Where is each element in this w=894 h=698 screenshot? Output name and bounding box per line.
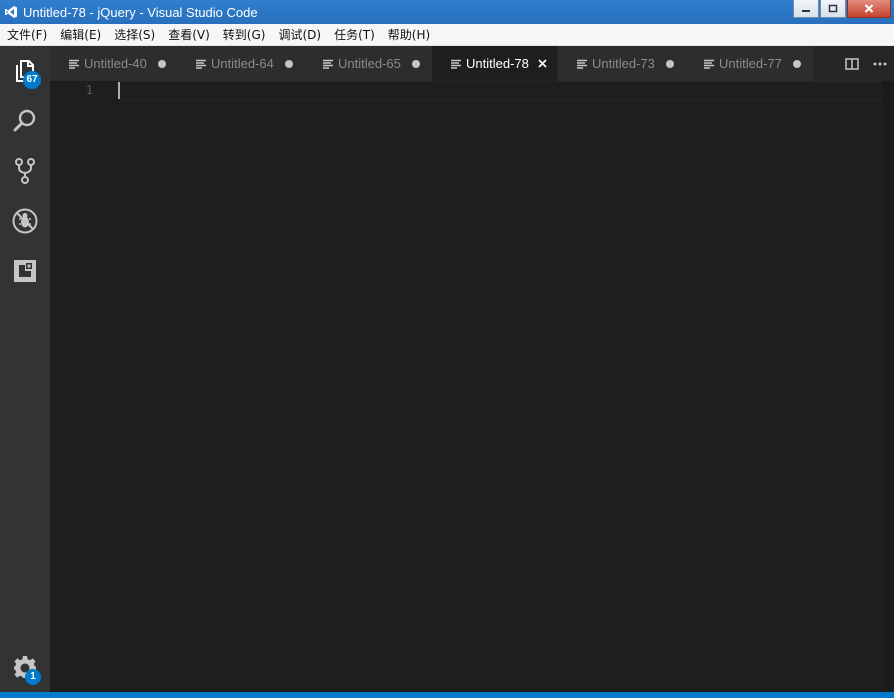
unsaved-dot-icon[interactable] (157, 59, 166, 68)
activity-extensions[interactable] (0, 246, 50, 296)
tab-untitled-78[interactable]: Untitled-78 (432, 46, 558, 81)
activity-source-control[interactable] (0, 146, 50, 196)
vertical-scrollbar[interactable] (882, 81, 891, 692)
file-lines-icon (451, 59, 461, 69)
activity-bar: 67 1 (0, 46, 50, 692)
current-line-highlight (118, 81, 884, 100)
window-controls (793, 0, 891, 18)
tab-untitled-77[interactable]: Untitled-77 (685, 46, 815, 81)
unsaved-dot-icon[interactable] (792, 59, 801, 68)
tab-label: Untitled-77 (719, 56, 782, 71)
minimize-button[interactable] (793, 0, 819, 18)
activity-explorer[interactable]: 67 (0, 46, 50, 96)
tab-untitled-73[interactable]: Untitled-73 (558, 46, 688, 81)
debug-icon (12, 208, 38, 234)
line-number: 1 (85, 83, 93, 97)
split-editor-button[interactable] (838, 46, 866, 81)
tab-label: Untitled-64 (211, 56, 274, 71)
source-control-icon (15, 158, 35, 184)
close-tab-icon[interactable] (538, 59, 547, 68)
menu-bar: 文件(F) 编辑(E) 选择(S) 查看(V) 转到(G) 调试(D) 任务(T… (0, 24, 894, 46)
tab-label: Untitled-65 (338, 56, 401, 71)
tab-label: Untitled-73 (592, 56, 655, 71)
file-lines-icon (196, 59, 206, 69)
activity-manage[interactable]: 1 (0, 642, 50, 692)
ellipsis-icon (873, 62, 887, 65)
vscode-logo-icon (4, 5, 18, 19)
activity-search[interactable] (0, 96, 50, 146)
menu-edit[interactable]: 编辑(E) (60, 26, 101, 43)
unsaved-dot-icon[interactable] (665, 59, 674, 68)
unsaved-dot-icon[interactable] (411, 59, 420, 68)
settings-badge: 1 (25, 669, 41, 685)
extensions-icon (14, 260, 36, 282)
split-editor-icon (845, 57, 859, 70)
unsaved-dot-icon[interactable] (284, 59, 293, 68)
text-cursor (118, 82, 120, 99)
menu-help[interactable]: 帮助(H) (388, 26, 430, 43)
tab-untitled-65[interactable]: Untitled-65 (304, 46, 434, 81)
explorer-badge: 67 (23, 71, 41, 89)
code-editor[interactable]: 1 (50, 81, 894, 692)
close-window-button[interactable] (847, 0, 891, 18)
editor-actions (824, 46, 894, 81)
menu-tasks[interactable]: 任务(T) (334, 26, 375, 43)
file-lines-icon (69, 59, 79, 69)
tab-label: Untitled-40 (84, 56, 147, 71)
window-title: Untitled-78 - jQuery - Visual Studio Cod… (23, 4, 258, 20)
menu-selection[interactable]: 选择(S) (114, 26, 155, 43)
tab-untitled-40[interactable]: Untitled-40 (50, 46, 180, 81)
editor-tab-bar: Untitled-40 Untitled-64 Untitled-65 Unti… (50, 46, 894, 81)
window-title-bar[interactable]: Untitled-78 - jQuery - Visual Studio Cod… (0, 0, 894, 24)
status-bar (0, 692, 894, 698)
more-actions-button[interactable] (866, 46, 894, 81)
file-lines-icon (323, 59, 333, 69)
activity-debug[interactable] (0, 196, 50, 246)
menu-go[interactable]: 转到(G) (223, 26, 266, 43)
menu-debug[interactable]: 调试(D) (278, 26, 321, 43)
tab-untitled-64[interactable]: Untitled-64 (177, 46, 307, 81)
menu-file[interactable]: 文件(F) (7, 26, 47, 43)
file-lines-icon (704, 59, 714, 69)
file-lines-icon (577, 59, 587, 69)
menu-view[interactable]: 查看(V) (168, 26, 210, 43)
maximize-button[interactable] (820, 0, 846, 18)
tab-label: Untitled-78 (466, 56, 529, 71)
search-icon (13, 109, 36, 132)
